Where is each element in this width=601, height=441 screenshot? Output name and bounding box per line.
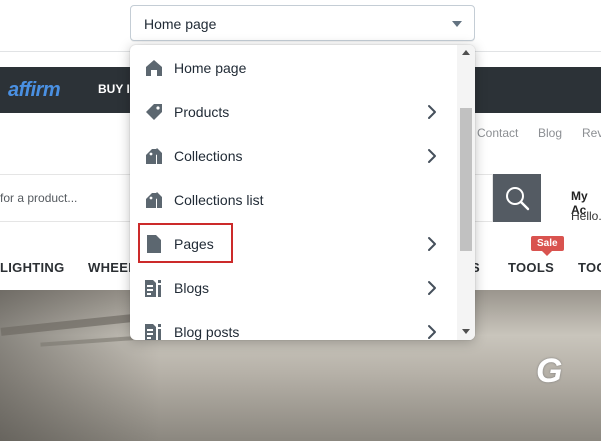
menu-item-label: Blogs [174,280,210,296]
nav-link-reviews[interactable]: Rev [582,126,601,140]
link-select[interactable]: Home page [130,5,475,41]
menu-item-label: Home page [174,60,247,76]
chevron-right-icon [428,105,436,119]
scroll-down-arrow-icon[interactable] [462,329,470,334]
link-dropdown-menu: Home page Products Collections Collectio… [130,45,475,340]
menu-item-collections-list[interactable]: Collections list [130,178,457,222]
account-greeting: Hello. [571,209,601,223]
search-button[interactable] [493,174,541,222]
blog-icon [144,278,164,298]
menu-item-products[interactable]: Products [130,90,457,134]
affirm-logo: affirm [8,79,61,101]
chevron-right-icon [428,281,436,295]
menu-item-collections[interactable]: Collections [130,134,457,178]
menu-item-label: Collections [174,148,243,164]
search-icon [506,187,530,211]
page-icon [144,234,164,254]
chevron-right-icon [428,149,436,163]
tag-icon [144,102,164,122]
menu-item-label: Pages [174,236,214,252]
nav-link-contact[interactable]: Contact [477,126,518,140]
search-placeholder: for a product... [0,191,78,205]
category-tools[interactable]: TOOLS [508,260,554,275]
caret-down-icon [452,21,462,27]
scrollbar-thumb[interactable] [460,108,472,251]
tags-icon [144,146,164,166]
menu-item-label: Blog posts [174,324,240,340]
menu-item-blogs[interactable]: Blogs [130,266,457,310]
category-tools-2[interactable]: TOO [578,260,601,275]
dropdown-scrollbar[interactable] [457,45,475,340]
menu-item-label: Products [174,104,230,120]
home-icon [144,58,164,78]
menu-item-pages[interactable]: Pages [130,222,457,266]
tags-icon [144,190,164,210]
chevron-right-icon [428,237,436,251]
nav-link-blog[interactable]: Blog [538,126,562,140]
promo-banner-text: BUY I [98,82,130,96]
hero-brand-text: G [536,352,565,390]
menu-item-home-page[interactable]: Home page [130,46,457,90]
link-select-value: Home page [144,16,217,32]
category-lighting[interactable]: LIGHTING [0,260,65,275]
sale-badge: Sale [531,236,564,256]
menu-item-blog-posts[interactable]: Blog posts [130,310,457,340]
scroll-up-arrow-icon[interactable] [462,50,470,55]
chevron-right-icon [428,325,436,339]
blog-icon [144,322,164,340]
menu-item-label: Collections list [174,192,264,208]
